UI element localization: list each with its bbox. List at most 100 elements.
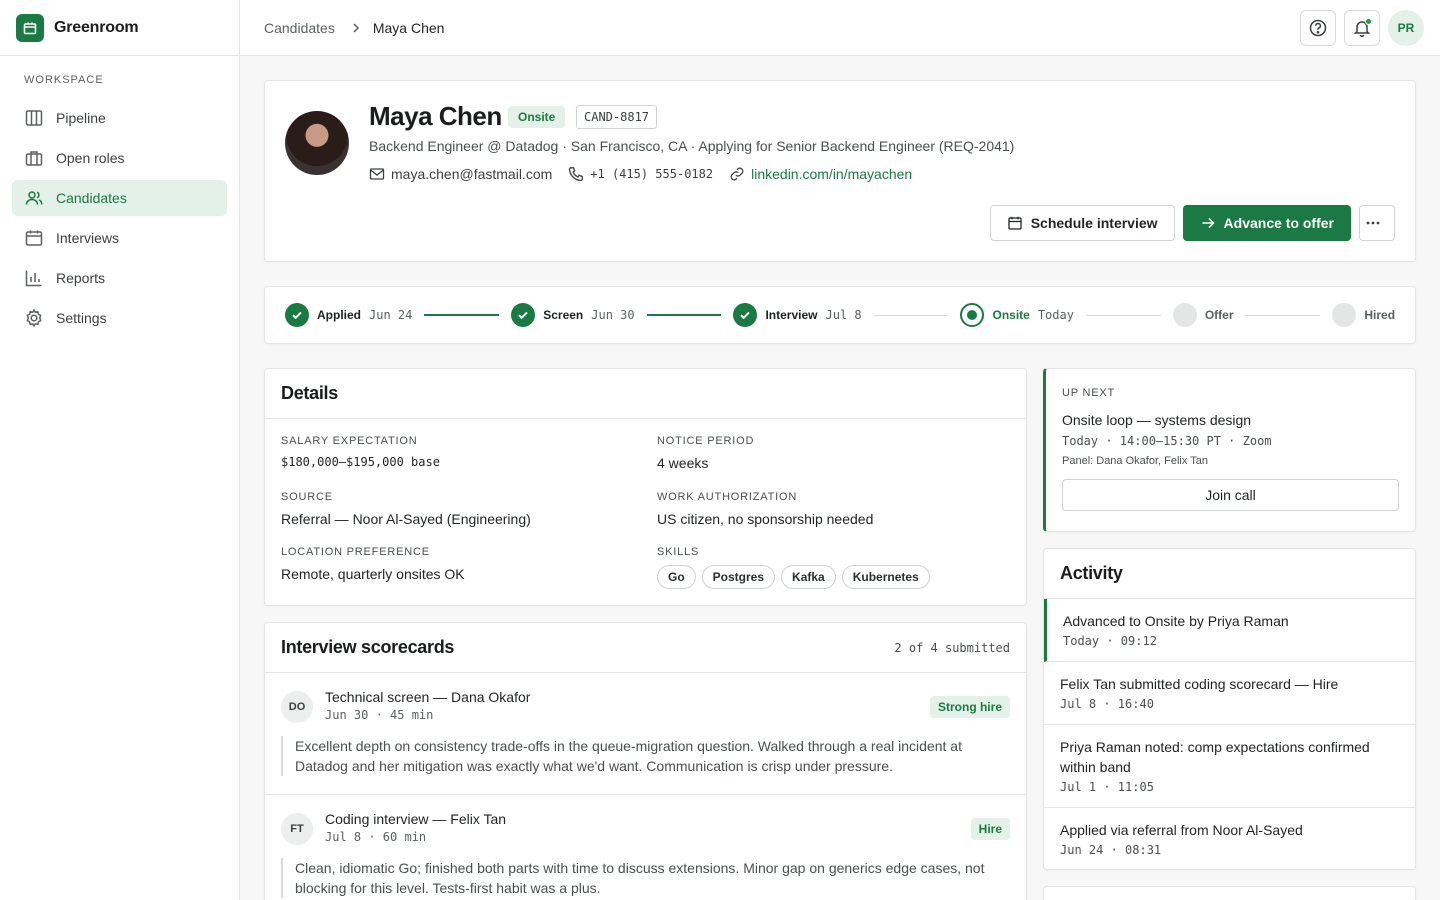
- verdict-badge: Hire: [970, 818, 1010, 840]
- stage-label: Applied: [317, 308, 361, 322]
- mail-icon: [369, 168, 385, 180]
- up-next-panel: Panel: Dana Okafor, Felix Tan: [1062, 455, 1208, 467]
- candidate-id: CAND-8817: [576, 105, 658, 129]
- stage-label: Screen: [543, 308, 584, 322]
- verdict-badge: Strong hire: [929, 696, 1010, 718]
- briefcase-icon: [25, 151, 43, 166]
- scorecard-meta: Jun 30 · 45 min: [325, 708, 434, 722]
- calendar-icon: [1008, 216, 1022, 230]
- linkedin-link[interactable]: linkedin.com/in/mayachen: [729, 166, 912, 182]
- stage-tracker: Applied Jun 24 Screen Jun 30 Interview J…: [264, 286, 1416, 344]
- notice-field: NOTICE PERIOD 4 weeks: [657, 435, 754, 471]
- field-value: Remote, quarterly onsites OK: [281, 566, 465, 582]
- workspace-nav: WORKSPACE Pipeline Open roles Candidates…: [0, 56, 239, 336]
- email-text: maya.chen@fastmail.com: [391, 166, 553, 182]
- help-icon: [1309, 19, 1327, 37]
- phone-text: +1 (415) 555-0182: [590, 167, 714, 181]
- stage-step-hired[interactable]: Hired: [1332, 303, 1395, 327]
- notification-dot: [1365, 18, 1372, 25]
- stage-label: Hired: [1364, 308, 1396, 322]
- stage-badge: Onsite: [508, 106, 566, 128]
- pending-stage-icon: [1332, 303, 1357, 327]
- candidate-photo: [285, 111, 349, 175]
- more-actions-button[interactable]: [1359, 205, 1395, 241]
- sidebar-item-settings[interactable]: Settings: [12, 300, 227, 336]
- skill-chip: Go: [657, 565, 696, 589]
- sidebar-item-candidates[interactable]: Candidates: [12, 180, 227, 216]
- sidebar-item-pipeline[interactable]: Pipeline: [12, 100, 227, 136]
- sidebar-item-label: Settings: [56, 310, 107, 326]
- stage-date: Jul 8: [825, 308, 862, 322]
- field-label: SKILLS: [657, 546, 700, 558]
- activity-item[interactable]: Priya Raman noted: comp expectations con…: [1044, 725, 1415, 808]
- stage-step-offer[interactable]: Offer: [1172, 303, 1233, 327]
- user-avatar[interactable]: PR: [1388, 10, 1424, 46]
- sidebar-item-open-roles[interactable]: Open roles: [12, 140, 227, 176]
- join-call-button[interactable]: Join call: [1062, 479, 1399, 511]
- stage-step-screen[interactable]: Screen Jun 30: [511, 303, 635, 327]
- sidebar-item-label: Open roles: [56, 150, 125, 166]
- sidebar-item-interviews[interactable]: Interviews: [12, 220, 227, 256]
- check-icon: [733, 303, 758, 327]
- activity-item[interactable]: Felix Tan submitted coding scorecard — H…: [1044, 662, 1415, 725]
- schedule-interview-button[interactable]: Schedule interview: [989, 205, 1175, 241]
- activity-title: Activity: [1060, 563, 1123, 583]
- scorecard-item[interactable]: DO Technical screen — Dana Okafor Jun 30…: [265, 673, 1026, 795]
- activity-time: Jul 8 · 16:40: [1060, 697, 1154, 711]
- scorecards-header: Interview scorecards 2 of 4 submitted: [265, 623, 1026, 673]
- candidate-contacts: maya.chen@fastmail.com +1 (415) 555-0182…: [369, 166, 928, 182]
- more-horizontal-icon: [1366, 221, 1380, 225]
- field-value: 4 weeks: [657, 455, 709, 471]
- stage-connector: [1085, 314, 1161, 316]
- advance-to-offer-button[interactable]: Advance to offer: [1182, 205, 1351, 241]
- skills-field: SKILLS Go Postgres Kafka Kubernetes: [657, 546, 930, 589]
- scorecard-item[interactable]: FT Coding interview — Felix Tan Jul 8 · …: [265, 795, 1026, 900]
- schedule-interview-label: Schedule interview: [1030, 215, 1158, 231]
- profile-actions: Schedule interview Advance to offer: [989, 205, 1395, 241]
- notifications-button[interactable]: [1344, 10, 1380, 46]
- stage-step-onsite[interactable]: Onsite Today: [960, 303, 1074, 327]
- app-name: Greenroom: [54, 18, 139, 36]
- sidebar-item-label: Candidates: [56, 190, 127, 206]
- linkedin-text: linkedin.com/in/mayachen: [751, 166, 913, 182]
- skill-chips: Go Postgres Kafka Kubernetes: [657, 565, 930, 589]
- activity-time: Today · 09:12: [1063, 634, 1157, 648]
- field-label: WORK AUTHORIZATION: [657, 491, 798, 503]
- pending-stage-icon: [1172, 303, 1197, 327]
- candidate-subtitle: Backend Engineer @ Datadog · San Francis…: [369, 138, 1015, 154]
- current-stage-icon: [960, 303, 985, 327]
- scorecards-title: Interview scorecards: [281, 637, 455, 657]
- field-value: US citizen, no sponsorship needed: [657, 511, 874, 527]
- brand[interactable]: Greenroom: [0, 0, 239, 56]
- sidebar-item-reports[interactable]: Reports: [12, 260, 227, 296]
- phone-icon: [569, 167, 584, 182]
- chevron-right-icon: [353, 22, 359, 33]
- activity-text: Felix Tan submitted coding scorecard — H…: [1060, 676, 1339, 692]
- field-value: Referral — Noor Al-Sayed (Engineering): [281, 511, 531, 527]
- check-icon: [511, 303, 536, 327]
- scorecard-title: Coding interview — Felix Tan: [325, 811, 507, 827]
- phone-contact[interactable]: +1 (415) 555-0182: [568, 166, 713, 182]
- scorecard-title: Technical screen — Dana Okafor: [325, 689, 531, 705]
- breadcrumb-candidates-link[interactable]: Candidates: [264, 20, 335, 36]
- activity-text: Priya Raman noted: comp expectations con…: [1060, 739, 1370, 775]
- help-button[interactable]: [1300, 10, 1336, 46]
- details-title: Details: [281, 383, 338, 403]
- interviewer-avatar: DO: [281, 691, 313, 723]
- skill-chip: Postgres: [701, 565, 776, 589]
- stage-step-applied[interactable]: Applied Jun 24: [285, 303, 412, 327]
- skill-chip: Kubernetes: [841, 565, 930, 589]
- salary-field: SALARY EXPECTATION $180,000–$195,000 bas…: [281, 435, 440, 469]
- email-contact[interactable]: maya.chen@fastmail.com: [369, 166, 552, 182]
- activity-item[interactable]: Advanced to Onsite by Priya Raman Today …: [1044, 599, 1415, 662]
- field-label: SALARY EXPECTATION: [281, 435, 418, 447]
- details-card: Details SALARY EXPECTATION $180,000–$195…: [264, 368, 1027, 606]
- stage-step-interview[interactable]: Interview Jul 8: [733, 303, 862, 327]
- top-actions: PR: [1300, 10, 1424, 46]
- field-label: LOCATION PREFERENCE: [281, 546, 430, 558]
- candidate-name: Maya Chen: [369, 101, 502, 131]
- scorecard-note: Clean, idiomatic Go; finished both parts…: [281, 858, 1010, 898]
- up-next-label: UP NEXT: [1062, 387, 1116, 399]
- activity-item[interactable]: Applied via referral from Noor Al-Sayed …: [1044, 808, 1415, 869]
- activity-card: Activity Advanced to Onsite by Priya Ram…: [1043, 548, 1416, 870]
